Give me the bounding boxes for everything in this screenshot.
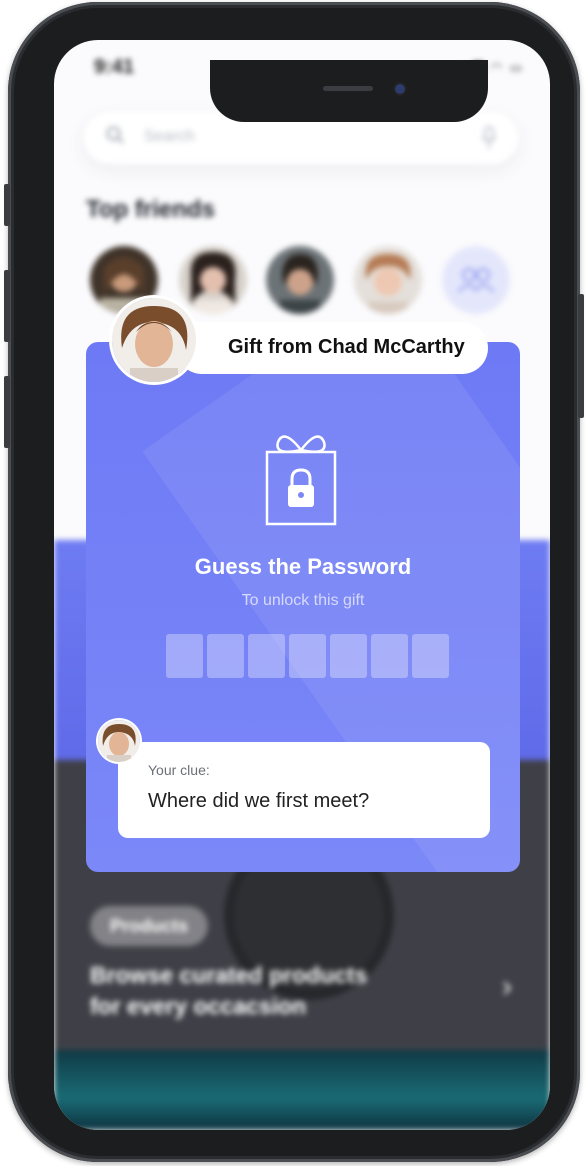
- products-description: Browse curated products for every occacs…: [90, 960, 390, 1022]
- mute-switch: [4, 184, 10, 226]
- clue-text: Where did we first meet?: [148, 790, 370, 812]
- power-button: [578, 294, 584, 418]
- password-input[interactable]: [166, 634, 449, 678]
- status-time: 9:41: [94, 56, 135, 78]
- clue-author-avatar: [98, 720, 140, 762]
- top-friends-title: Top friends: [86, 196, 215, 223]
- microphone-icon[interactable]: [482, 126, 496, 150]
- sender-name: Chad McCarthy: [318, 336, 465, 358]
- products-tag: Products: [90, 906, 209, 946]
- group-icon: [457, 268, 495, 293]
- friend-avatar[interactable]: [179, 246, 247, 314]
- battery-icon: ▭: [509, 60, 524, 75]
- chevron-right-icon[interactable]: ›: [502, 970, 512, 1004]
- front-camera: [395, 84, 405, 94]
- search-placeholder: Search: [144, 128, 195, 145]
- modal-title: Guess the Password: [194, 554, 412, 579]
- password-char-box[interactable]: [371, 634, 408, 678]
- products-line-1: Browse curated products: [90, 962, 368, 988]
- locked-gift-icon: [265, 435, 337, 526]
- password-char-box[interactable]: [207, 634, 244, 678]
- wifi-icon: ◠: [490, 60, 505, 75]
- bottom-image: [54, 1050, 550, 1130]
- password-char-box[interactable]: [412, 634, 449, 678]
- password-char-box[interactable]: [248, 634, 285, 678]
- friend-avatar[interactable]: [266, 246, 334, 314]
- speaker-grille: [323, 86, 373, 91]
- volume-up-button: [4, 270, 10, 342]
- password-char-box[interactable]: [330, 634, 367, 678]
- gift-sender-banner: Gift from Chad McCarthy: [176, 322, 488, 374]
- password-char-box[interactable]: [166, 634, 203, 678]
- sender-avatar: [112, 298, 196, 382]
- notch: [210, 60, 488, 122]
- search-icon: [106, 126, 124, 144]
- products-line-2: for every occacsion: [90, 993, 307, 1019]
- friend-avatar[interactable]: [354, 246, 422, 314]
- gift-prefix: Gift from: [228, 336, 318, 358]
- modal-subtitle: To unlock this gift: [241, 592, 365, 609]
- clue-card: Your clue: Where did we first meet?: [118, 742, 490, 838]
- clue-label: Your clue:: [148, 762, 210, 778]
- password-char-box[interactable]: [289, 634, 326, 678]
- gift-sender-text: Gift from Chad McCarthy: [228, 336, 465, 359]
- volume-down-button: [4, 376, 10, 448]
- phone-frame: 9:41 ▂▃▅▇ ◠ ▭ Search Top friends: [4, 2, 584, 1162]
- view-all-friends-button[interactable]: [442, 246, 510, 314]
- screen: 9:41 ▂▃▅▇ ◠ ▭ Search Top friends: [54, 40, 550, 1130]
